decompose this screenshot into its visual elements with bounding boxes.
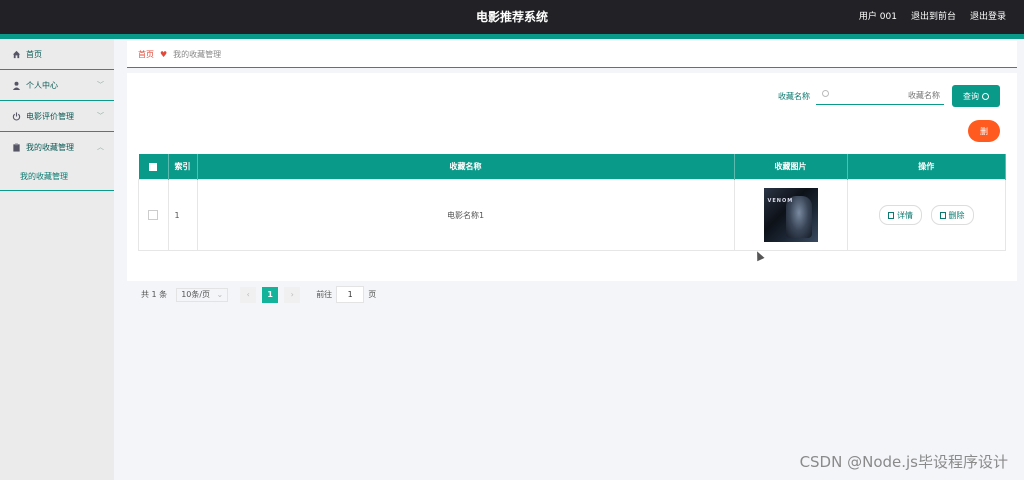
breadcrumb-current: 我的收藏管理 <box>173 49 222 59</box>
row-index: 1 <box>167 179 198 251</box>
main-content: 首页 ♥ 我的收藏管理 收藏名称 查询 删 索引 收藏名称 收藏图片 <box>127 41 1017 303</box>
detail-button-label: 详情 <box>896 210 913 220</box>
batch-delete-button[interactable]: 删 <box>968 120 1000 142</box>
goto-suffix: 页 <box>368 290 377 299</box>
document-icon <box>939 211 946 219</box>
row-delete-button-label: 删除 <box>948 210 965 220</box>
clipboard-icon <box>12 142 21 152</box>
chevron-up-icon: ︿ <box>97 143 104 151</box>
row-select-cell <box>138 179 169 251</box>
collection-table: 索引 收藏名称 收藏图片 操作 1 电影名称1 VENOM 详情 删除 <box>138 154 1006 251</box>
sidebar: 首页 个人中心 ﹀ 电影评价管理 ﹀ 我的收藏管理 ︿ 我的收藏管理 <box>0 39 114 480</box>
column-header-actions: 操作 <box>847 154 1006 180</box>
top-bar: 电影推荐系统 用户 001 退出到前台 退出登录 <box>0 0 1024 34</box>
page-size-select[interactable]: 10条/页 ⌄ <box>176 287 229 302</box>
goto-label: 前往 <box>316 290 333 299</box>
watermark: CSDN @Node.js毕设程序设计 <box>799 453 1008 471</box>
movie-poster-image: VENOM <box>763 188 818 242</box>
user-icon <box>12 81 21 90</box>
page-number-current[interactable]: 1 <box>262 286 279 303</box>
search-icon <box>982 92 989 100</box>
sidebar-item-label: 电影评价管理 <box>26 111 74 121</box>
pagination-total: 共 1 条 <box>141 290 168 299</box>
breadcrumb: 首页 ♥ 我的收藏管理 <box>127 41 1017 68</box>
top-links: 用户 001 退出到前台 退出登录 <box>859 9 1006 22</box>
chevron-down-icon: ⌄ <box>216 290 224 299</box>
query-button-label: 查询 <box>963 91 979 101</box>
row-name: 电影名称1 <box>196 179 735 251</box>
sidebar-item-home[interactable]: 首页 <box>0 39 114 70</box>
search-input[interactable] <box>832 88 942 102</box>
breadcrumb-separator-icon: ♥ <box>160 49 168 59</box>
row-image-cell: VENOM <box>733 179 848 251</box>
sidebar-item-label: 个人中心 <box>26 80 58 90</box>
document-icon <box>887 211 894 219</box>
sidebar-item-personal[interactable]: 个人中心 ﹀ <box>0 70 114 101</box>
poster-title: VENOM <box>767 198 794 204</box>
query-button[interactable]: 查询 <box>952 85 1000 107</box>
power-icon <box>12 111 21 121</box>
sidebar-item-collection[interactable]: 我的收藏管理 ︿ <box>0 132 114 162</box>
table-row: 1 电影名称1 VENOM 详情 删除 <box>138 179 1006 251</box>
prev-page-button[interactable]: ‹ <box>240 286 257 303</box>
user-label: 用户 001 <box>858 12 897 22</box>
sidebar-item-review[interactable]: 电影评价管理 ﹀ <box>0 101 114 132</box>
sidebar-item-label: 我的收藏管理 <box>26 142 74 152</box>
chevron-down-icon: ﹀ <box>97 112 104 120</box>
home-icon <box>12 50 21 59</box>
column-header-image: 收藏图片 <box>734 154 848 180</box>
row-actions-cell: 详情 删除 <box>846 179 1006 251</box>
select-all-header <box>138 154 169 180</box>
page-size-value: 10条/页 <box>181 290 211 299</box>
goto-page-input[interactable] <box>336 286 365 303</box>
next-page-button[interactable]: › <box>284 286 301 303</box>
pagination: 共 1 条 10条/页 ⌄ ‹ 1 › 前往 页 <box>141 286 376 303</box>
search-label: 收藏名称 <box>778 92 810 101</box>
row-checkbox[interactable] <box>148 210 159 220</box>
breadcrumb-home[interactable]: 首页 <box>138 49 154 60</box>
detail-button[interactable]: 详情 <box>878 205 922 225</box>
search-icon <box>822 90 829 97</box>
column-header-name: 收藏名称 <box>197 154 735 180</box>
select-all-checkbox[interactable] <box>149 162 157 171</box>
chevron-down-icon: ﹀ <box>97 81 104 89</box>
row-delete-button[interactable]: 删除 <box>930 205 974 225</box>
back-to-front-link[interactable]: 退出到前台 <box>911 9 956 22</box>
column-header-index: 索引 <box>168 154 198 180</box>
logout-link[interactable]: 退出登录 <box>970 9 1006 22</box>
topbar-accent <box>0 34 1024 39</box>
content-panel: 收藏名称 查询 删 索引 收藏名称 收藏图片 操作 <box>127 73 1017 303</box>
sidebar-subitem-collection[interactable]: 我的收藏管理 <box>0 162 114 191</box>
search-field <box>816 86 944 105</box>
table-header-row: 索引 收藏名称 收藏图片 操作 <box>138 154 1006 180</box>
sidebar-item-label: 首页 <box>26 49 42 59</box>
